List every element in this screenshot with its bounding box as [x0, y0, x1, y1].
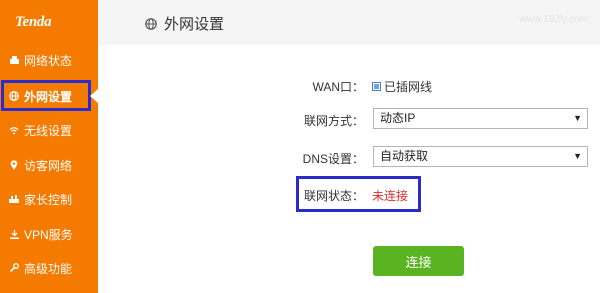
wan-status-text: 已插网线 [384, 80, 433, 94]
wan-port-label: WAN口： [312, 80, 364, 94]
dns-settings-value: 自动获取 [380, 149, 429, 163]
page-title-text: 外网设置 [164, 16, 225, 33]
connection-mode-value: 动态IP [380, 111, 416, 125]
tenda-logo: Tenda [15, 14, 52, 30]
sidebar-item-label: 网络状态 [24, 53, 73, 68]
connect-button[interactable]: 连接 [373, 246, 464, 276]
sidebar-item-label: 家长控制 [24, 192, 73, 207]
sidebar-item-guest-network[interactable]: 访客网络 [0, 150, 98, 180]
connection-status-highlight-box [296, 176, 421, 212]
sidebar-item-label: 访客网络 [24, 158, 73, 173]
wifi-icon [9, 125, 19, 135]
connection-mode-label: 联网方式： [303, 114, 364, 128]
sidebar-item-parental-control[interactable]: 家长控制 [0, 184, 98, 214]
sidebar-item-wireless[interactable]: 无线设置 [0, 115, 98, 145]
sidebar-item-label: VPN服务 [24, 227, 73, 242]
connection-mode-select[interactable]: 动态IP ▼ [373, 108, 588, 129]
dns-settings-select[interactable]: 自动获取 ▼ [373, 146, 588, 167]
wan-cable-checkbox [372, 82, 381, 91]
wrench-icon [9, 263, 19, 273]
globe-icon [145, 17, 157, 30]
sidebar-item-vpn[interactable]: VPN服务 [0, 219, 98, 249]
wan-port-status: 已插网线 [372, 78, 432, 95]
sidebar: Tenda 网络状态 外网设置 无线设置 访客网络 家长控制 VPN服务 高级功… [0, 0, 98, 293]
active-item-pointer [90, 89, 98, 103]
dropdown-arrow-icon: ▼ [573, 113, 582, 123]
active-item-highlight-box [1, 80, 91, 111]
sidebar-item-label: 无线设置 [24, 123, 73, 138]
sidebar-item-label: 高级功能 [24, 261, 73, 276]
dns-settings-label: DNS设置： [302, 152, 364, 166]
sidebar-item-network-status[interactable]: 网络状态 [0, 45, 98, 75]
watermark: www.192ly.com [519, 14, 588, 25]
network-status-icon [9, 55, 19, 65]
vpn-icon [9, 229, 19, 239]
location-pin-icon [9, 160, 19, 170]
page-title: 外网设置 [145, 13, 224, 34]
dropdown-arrow-icon: ▼ [573, 151, 582, 161]
sidebar-item-advanced[interactable]: 高级功能 [0, 253, 98, 283]
parental-control-icon [9, 194, 19, 204]
